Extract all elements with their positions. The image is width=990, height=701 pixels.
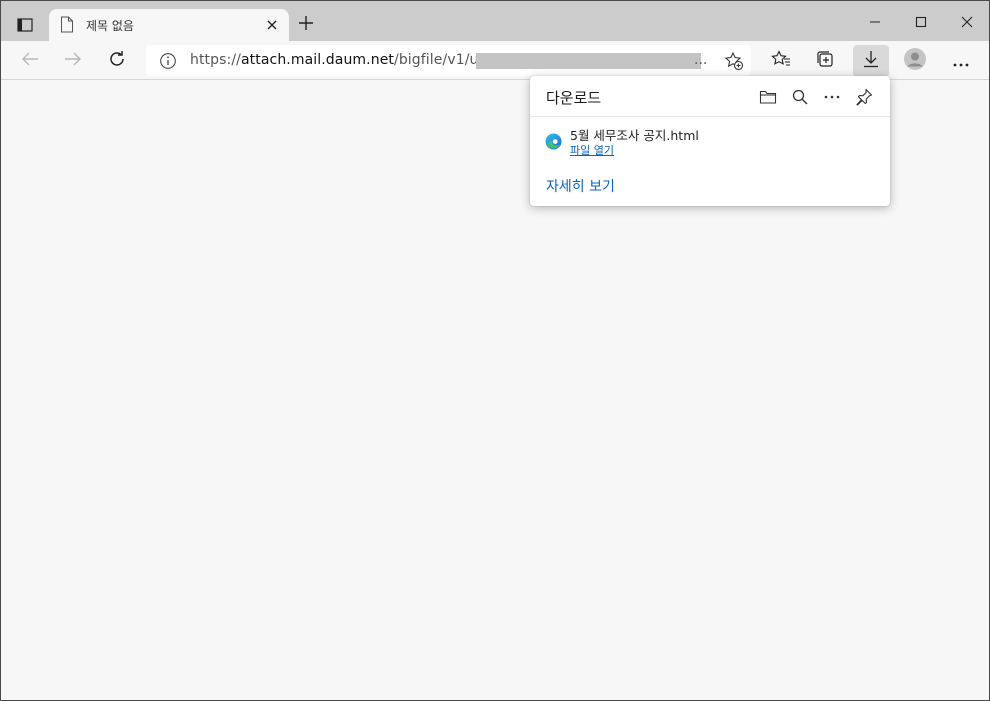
url-host: attach.mail.daum.net xyxy=(240,52,394,68)
plus-icon xyxy=(298,15,314,35)
toolbar: https://attach.mail.daum.net/bigfile/v1/… xyxy=(1,41,989,80)
refresh-button[interactable] xyxy=(102,46,132,76)
url-scheme: https:// xyxy=(190,52,241,68)
more-icon xyxy=(953,52,969,71)
collections-icon xyxy=(815,49,835,73)
maximize-button[interactable] xyxy=(903,9,939,35)
url-text[interactable]: https://attach.mail.daum.net/bigfile/v1/… xyxy=(190,52,514,68)
tab-title: 제목 없음 xyxy=(86,19,134,33)
back-button[interactable] xyxy=(15,46,45,76)
download-icon xyxy=(862,50,880,72)
tab-actions-icon[interactable] xyxy=(13,15,37,35)
address-bar[interactable]: https://attach.mail.daum.net/bigfile/v1/… xyxy=(146,45,751,76)
tab-active[interactable]: 제목 없음 xyxy=(49,9,289,41)
minimize-button[interactable] xyxy=(857,9,893,35)
profile-icon xyxy=(903,47,927,75)
tab-strip: 제목 없음 xyxy=(1,1,989,41)
add-favorite-icon[interactable] xyxy=(724,51,744,71)
close-icon[interactable] xyxy=(263,16,281,34)
maximize-icon xyxy=(915,13,927,32)
document-icon xyxy=(60,16,76,34)
settings-more-button[interactable] xyxy=(946,46,976,76)
info-icon[interactable] xyxy=(159,52,177,70)
favorites-icon xyxy=(771,50,791,72)
close-window-button[interactable] xyxy=(949,9,985,35)
new-tab-button[interactable] xyxy=(295,14,317,36)
minimize-icon xyxy=(869,13,881,32)
collections-button[interactable] xyxy=(810,46,840,76)
page-content xyxy=(1,81,989,700)
forward-icon xyxy=(64,51,82,71)
favorites-button[interactable] xyxy=(766,46,796,76)
url-redaction xyxy=(476,53,701,69)
forward-button[interactable] xyxy=(58,46,88,76)
close-window-icon xyxy=(961,13,973,32)
browser-window: 제목 없음 https://attach.mail.daum.net/bigfi… xyxy=(0,0,990,701)
back-icon xyxy=(21,51,39,71)
profile-button[interactable] xyxy=(900,46,930,76)
downloads-button[interactable] xyxy=(853,45,889,77)
url-ellipsis: ... xyxy=(694,52,708,68)
refresh-icon xyxy=(108,50,126,72)
